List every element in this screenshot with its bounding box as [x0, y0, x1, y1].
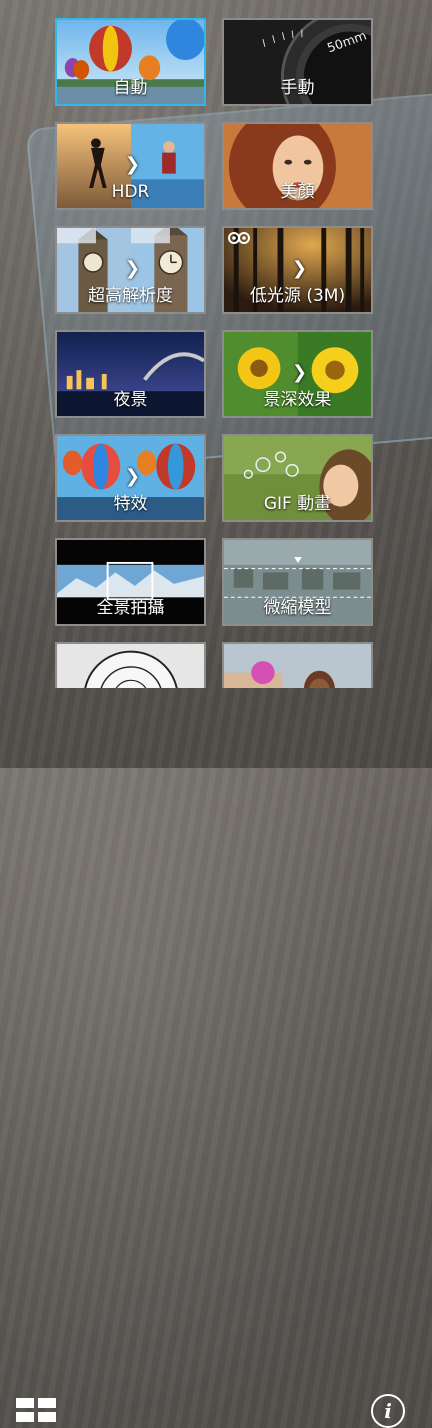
mode-label-manual: 手動 [280, 78, 315, 98]
mode-label-effect: 特效 [113, 494, 148, 514]
info-icon[interactable]: i [371, 1394, 405, 1428]
selfie-thumbnail [224, 644, 371, 688]
mode-tile-panorama[interactable]: 全景拍攝 [55, 538, 206, 626]
mode-label-hdr: HDR [111, 182, 150, 202]
mode-tile-auto[interactable]: 自動 [55, 18, 206, 106]
mode-tile-hdr[interactable]: ❯ HDR [55, 122, 206, 210]
mode-label-beautification: 美顏 [280, 182, 315, 202]
mode-tile-manual[interactable]: 50mm 手動 [222, 18, 373, 106]
chevron-right-icon: ❯ [125, 258, 141, 279]
mode-tile-selfie[interactable] [222, 642, 373, 688]
mode-tile-gif[interactable]: GIF 動畫 [222, 434, 373, 522]
bottom-toolbar: i [0, 688, 432, 1428]
chevron-right-icon: ❯ [125, 466, 141, 487]
mode-label-super-resolution: 超高解析度 [88, 286, 173, 306]
mode-tile-beautification[interactable]: 美顏 [222, 122, 373, 210]
chevron-right-icon: ❯ [125, 154, 141, 175]
chevron-right-icon: ❯ [292, 362, 308, 383]
mode-label-auto: 自動 [113, 78, 148, 98]
mode-label-panorama: 全景拍攝 [96, 598, 165, 618]
mode-label-depth-of-field: 景深效果 [263, 390, 332, 410]
chevron-right-icon: ❯ [292, 258, 308, 279]
grid-view-icon[interactable] [16, 1398, 56, 1424]
mode-tile-super-resolution[interactable]: ❯ 超高解析度 [55, 226, 206, 314]
mode-tile-night[interactable]: 夜景 [55, 330, 206, 418]
mode-label-low-light: 低光源 (3M) [249, 286, 346, 306]
mode-tile-depth-of-field[interactable]: ❯ 景深效果 [222, 330, 373, 418]
mode-label-night: 夜景 [113, 390, 148, 410]
mode-tile-miniature[interactable]: 微縮模型 [222, 538, 373, 626]
mode-tile-effect[interactable]: ❯ 特效 [55, 434, 206, 522]
owl-icon [228, 232, 250, 244]
clock-spiral-thumbnail [57, 644, 204, 688]
mode-label-gif: GIF 動畫 [263, 494, 332, 514]
mode-tile-low-light[interactable]: ❯ 低光源 (3M) [222, 226, 373, 314]
camera-mode-grid[interactable]: 自動 50mm 手動 ❯ HDR 美顏 ❯ 超高解析度 ❯ 低光源 (3M) 夜… [55, 18, 377, 688]
mode-label-miniature: 微縮模型 [263, 598, 332, 618]
mode-tile-time-rewind[interactable] [55, 642, 206, 688]
